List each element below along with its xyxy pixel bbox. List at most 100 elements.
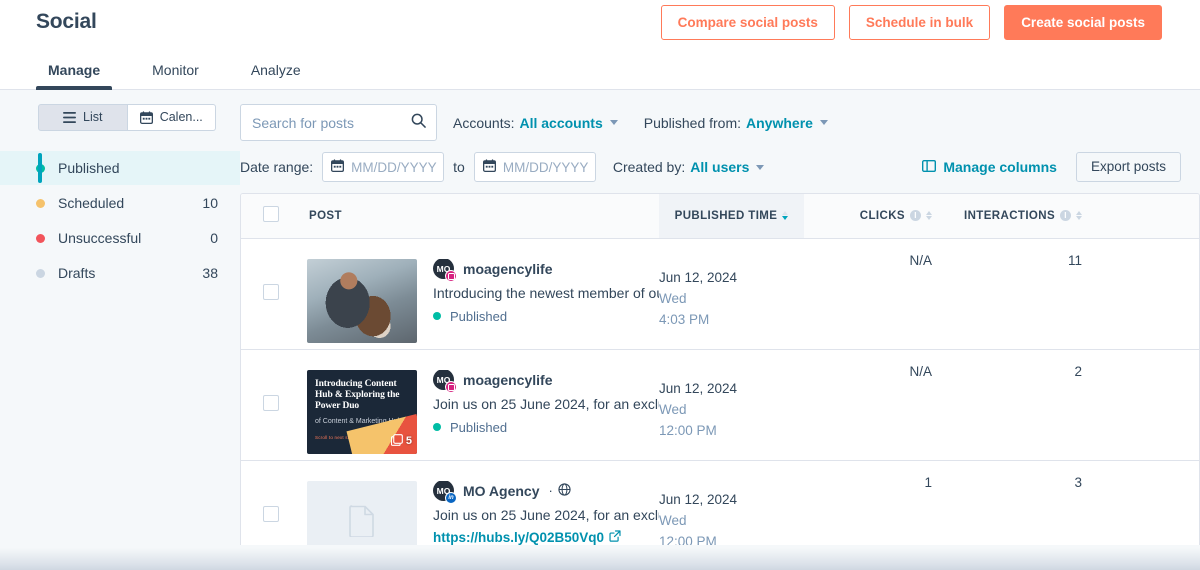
- schedule-in-bulk-button[interactable]: Schedule in bulk: [848, 5, 991, 40]
- post-thumbnail[interactable]: [307, 258, 417, 343]
- sidebar-item-label: Unsuccessful: [58, 230, 142, 246]
- account-visibility: ·: [548, 482, 571, 499]
- row-clicks-cell: N/A: [804, 238, 954, 350]
- filter-published-from-value[interactable]: Anywhere: [746, 115, 813, 131]
- post-meta: MO in MO Agency · Join us on 25 June 202…: [433, 480, 659, 546]
- view-toggle: List Calen...: [38, 104, 216, 131]
- avatar[interactable]: MO: [433, 258, 457, 282]
- date-to-input[interactable]: MM/DD/YYYY: [473, 152, 596, 182]
- row-select-cell: [241, 238, 299, 350]
- table-row[interactable]: MO in MO Agency · Join us on 25 June 202…: [241, 460, 1199, 545]
- post-text[interactable]: Join us on 25 June 2024, for an exclusiv…: [433, 506, 659, 525]
- filter-published-from[interactable]: Published from: Anywhere: [644, 115, 828, 131]
- header-truncated-column[interactable]: PU: [1104, 194, 1199, 239]
- account-name[interactable]: MO Agency: [463, 483, 540, 499]
- sidebar-item-count: 38: [202, 265, 218, 281]
- sidebar-item-drafts[interactable]: Drafts 38: [0, 256, 240, 290]
- post-link[interactable]: https://hubs.ly/Q02B50Vq0: [433, 528, 659, 546]
- select-all-checkbox[interactable]: [263, 206, 279, 223]
- sidebar-item-count: 10: [202, 195, 218, 211]
- row-clicks-cell: N/A: [804, 349, 954, 461]
- filter-created-by-label: Created by:: [612, 159, 686, 175]
- post-thumbnail[interactable]: Introducing Content Hub & Exploring the …: [307, 369, 417, 454]
- main-tabs: Manage Monitor Analyze: [0, 47, 1200, 90]
- published-date: Jun 12, 2024: [659, 380, 738, 396]
- top-bar: Social Compare social posts Schedule in …: [0, 0, 1200, 47]
- table-header-row: POST PUBLISHED TIME CLICKS I INTERACTION…: [241, 194, 1199, 239]
- table-row[interactable]: Introducing Content Hub & Exploring the …: [241, 349, 1199, 461]
- search-box: [240, 104, 437, 141]
- header-published-time-label: PUBLISHED TIME: [674, 209, 778, 222]
- post-text[interactable]: Join us on 25 June 2024, for an exclusiv…: [433, 395, 659, 414]
- row-checkbox[interactable]: [263, 506, 279, 522]
- account-name[interactable]: moagencylife: [463, 372, 552, 388]
- header-actions: Compare social posts Schedule in bulk Cr…: [660, 5, 1162, 40]
- header-interactions[interactable]: INTERACTIONS i: [954, 194, 1104, 239]
- filter-accounts[interactable]: Accounts: All accounts: [453, 115, 618, 131]
- row-checkbox[interactable]: [263, 395, 279, 411]
- date-from-input[interactable]: MM/DD/YYYY: [322, 152, 445, 182]
- row-published-time-cell: Jun 12, 2024 Wed 12:00 PM: [659, 349, 804, 461]
- header-published-time[interactable]: PUBLISHED TIME: [659, 194, 804, 239]
- status-label: Published: [450, 308, 508, 324]
- avatar[interactable]: MO in: [433, 480, 457, 504]
- thumbnail-card-image: Introducing Content Hub & Exploring the …: [307, 369, 417, 454]
- view-toggle-list[interactable]: List: [38, 104, 128, 131]
- search-icon[interactable]: [411, 113, 426, 131]
- posts-table: POST PUBLISHED TIME CLICKS I INTERACTION…: [241, 194, 1199, 545]
- manage-columns-button[interactable]: Manage columns: [922, 159, 1057, 175]
- filter-created-by[interactable]: Created by: All users: [613, 159, 765, 175]
- tab-monitor[interactable]: Monitor: [140, 62, 211, 89]
- view-toggle-calendar[interactable]: Calen...: [127, 104, 216, 131]
- info-icon[interactable]: i: [910, 210, 921, 222]
- tab-manage[interactable]: Manage: [36, 62, 113, 90]
- filter-created-by-value[interactable]: All users: [690, 159, 749, 175]
- header-clicks[interactable]: CLICKS i: [804, 194, 954, 239]
- sidebar: List Calen... Published Scheduled 10 Uns…: [0, 90, 240, 570]
- post-thumbnail[interactable]: [307, 480, 417, 545]
- thumbnail-photo-image: [307, 258, 417, 343]
- post-link-url: https://hubs.ly/Q02B50Vq0: [433, 529, 605, 545]
- row-clicks-cell: 1: [804, 460, 954, 545]
- published-date: Jun 12, 2024: [659, 491, 738, 507]
- document-icon: [349, 505, 375, 540]
- sort-arrows-clicks[interactable]: [926, 211, 932, 221]
- export-posts-button[interactable]: Export posts: [1075, 152, 1181, 182]
- row-truncated-cell: [1104, 460, 1199, 545]
- account-row: MO in MO Agency ·: [433, 480, 659, 504]
- filter-published-from-label: Published from:: [643, 114, 742, 131]
- sidebar-item-scheduled[interactable]: Scheduled 10: [0, 186, 240, 220]
- sidebar-item-published[interactable]: Published: [0, 151, 240, 185]
- compare-social-posts-button[interactable]: Compare social posts: [660, 5, 835, 40]
- published-day: Wed: [659, 401, 687, 417]
- filter-date-range-label: Date range:: [240, 159, 314, 175]
- date-to-placeholder: MM/DD/YYYY: [502, 159, 589, 175]
- header-post-label: POST: [309, 209, 342, 222]
- status-dot-unsuccessful: [36, 233, 45, 243]
- status-filter-list: Published Scheduled 10 Unsuccessful 0 Dr…: [0, 151, 240, 290]
- tab-analyze[interactable]: Analyze: [239, 62, 313, 89]
- columns-icon: [922, 159, 937, 175]
- avatar[interactable]: MO: [433, 369, 457, 393]
- account-name[interactable]: moagencylife: [463, 261, 552, 277]
- table-row[interactable]: MO moagencylife Introducing the newest m…: [241, 238, 1199, 350]
- search-input[interactable]: [240, 104, 437, 141]
- page-title: Social: [36, 10, 97, 33]
- filter-accounts-value[interactable]: All accounts: [519, 115, 602, 131]
- sort-arrows-interactions[interactable]: [1076, 211, 1083, 221]
- create-social-posts-button[interactable]: Create social posts: [1004, 5, 1162, 40]
- row-checkbox[interactable]: [263, 284, 279, 300]
- account-row: MO moagencylife: [433, 369, 659, 393]
- info-icon[interactable]: i: [1060, 210, 1072, 222]
- row-post-cell: MO in MO Agency · Join us on 25 June 202…: [299, 460, 659, 545]
- calendar-icon: [482, 159, 496, 175]
- sidebar-item-label: Scheduled: [58, 195, 125, 211]
- post-text[interactable]: Introducing the newest member of our te: [433, 284, 659, 303]
- chevron-down-icon: [609, 120, 618, 125]
- view-toggle-list-label: List: [83, 110, 103, 124]
- header-post[interactable]: POST: [299, 194, 659, 239]
- sort-arrows-published-time[interactable]: [782, 211, 789, 221]
- separator-dot: ·: [548, 483, 553, 498]
- header-select-all: [241, 194, 299, 239]
- sidebar-item-unsuccessful[interactable]: Unsuccessful 0: [0, 221, 240, 255]
